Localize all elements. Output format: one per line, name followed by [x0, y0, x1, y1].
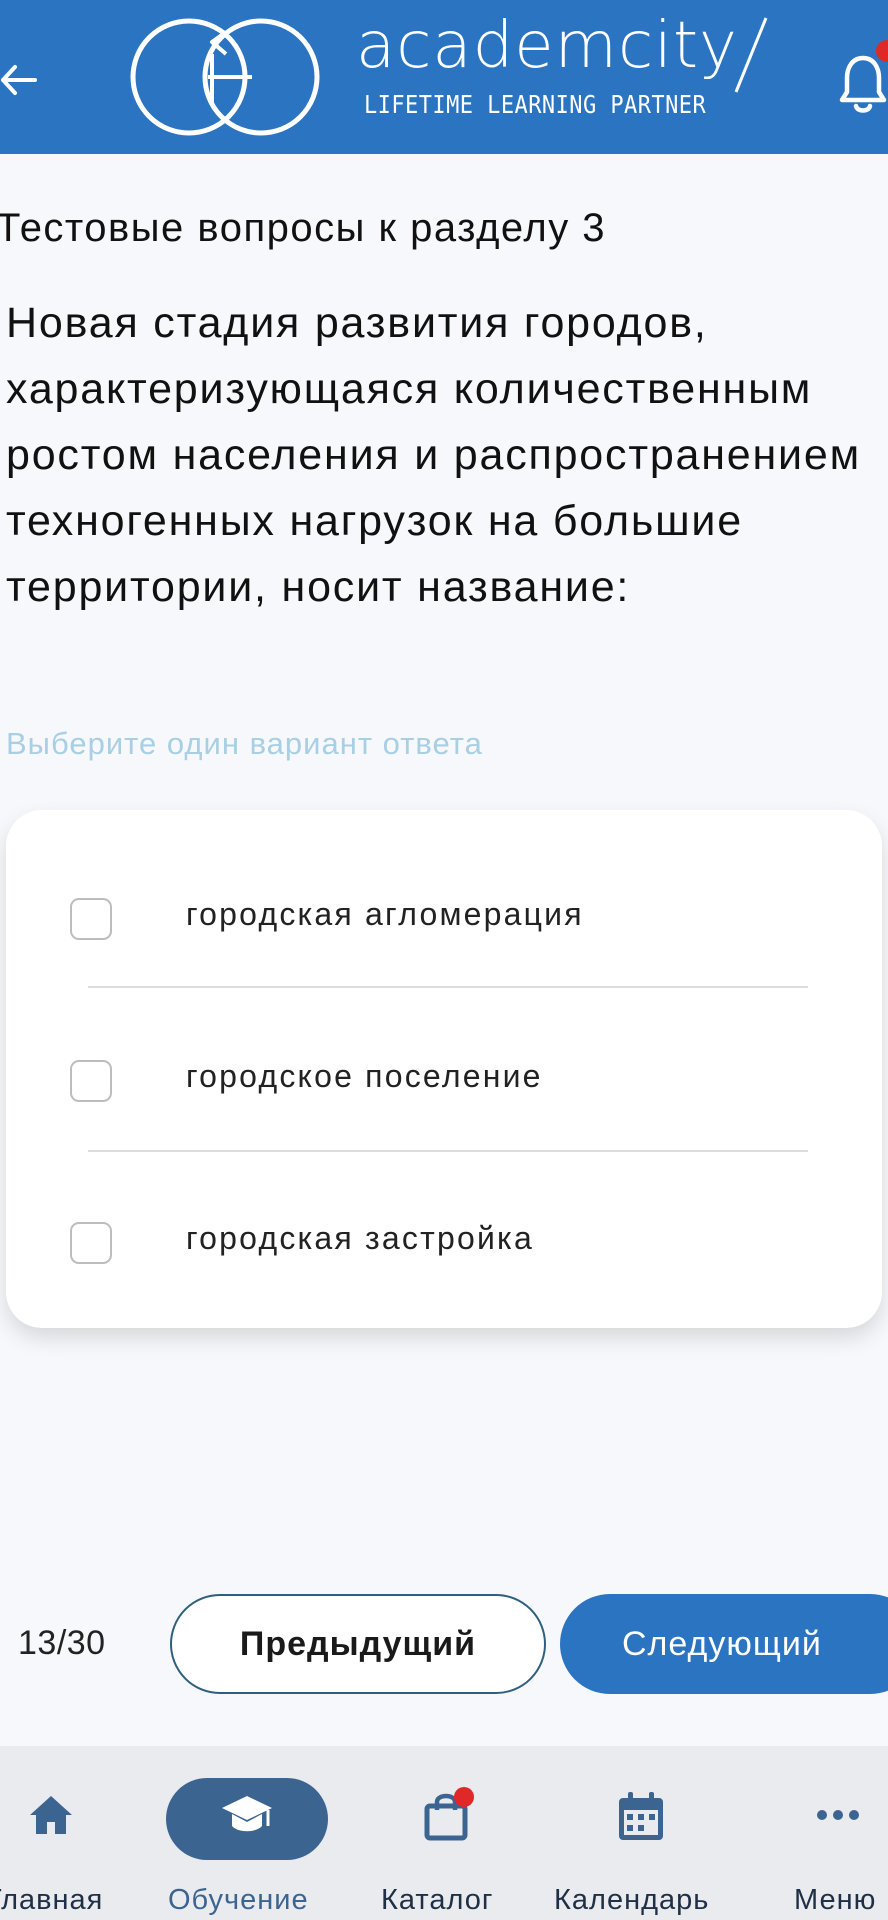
brand-tagline: LIFETIME LEARNING PARTNER: [364, 90, 707, 119]
option-divider: [88, 986, 808, 988]
tab-learning[interactable]: Обучение: [150, 1746, 340, 1920]
next-button[interactable]: Следующий: [560, 1594, 888, 1694]
graduation-cap-icon: [222, 1796, 272, 1832]
answer-option[interactable]: городская агломерация: [6, 860, 882, 980]
app-header: academcity LIFETIME LEARNING PARTNER: [0, 0, 888, 154]
arrow-left-icon: [1, 65, 37, 95]
tab-label: Календарь: [554, 1884, 710, 1916]
answer-option[interactable]: городское поселение: [6, 1022, 882, 1142]
tab-catalog[interactable]: Каталог: [370, 1746, 520, 1920]
option-divider: [88, 1150, 808, 1152]
tab-menu[interactable]: Меню: [770, 1746, 888, 1920]
more-dots-icon: [817, 1810, 859, 1820]
brand-name: academcity: [356, 9, 738, 83]
tab-home[interactable]: Главная: [0, 1746, 120, 1920]
option-label: городская застройка: [186, 1220, 534, 1256]
tab-calendar[interactable]: Календарь: [548, 1746, 738, 1920]
bottom-tab-bar: Главная Обучение Каталог Календарь: [0, 1746, 888, 1920]
option-label: городское поселение: [186, 1058, 543, 1094]
section-title: Тестовые вопросы к разделу 3: [0, 206, 607, 250]
home-icon: [30, 1796, 72, 1834]
option-checkbox[interactable]: [70, 898, 112, 940]
answer-hint: Выберите один вариант ответа: [6, 726, 483, 761]
logo-slash-icon: [734, 17, 768, 93]
tab-label: Каталог: [381, 1884, 494, 1916]
option-checkbox[interactable]: [70, 1060, 112, 1102]
options-card: городская агломерация городское поселени…: [6, 810, 882, 1328]
question-counter: 13/30: [18, 1624, 106, 1662]
option-label: городская агломерация: [186, 896, 584, 932]
answer-option[interactable]: городская застройка: [6, 1184, 882, 1304]
option-checkbox[interactable]: [70, 1222, 112, 1264]
tab-label: Обучение: [168, 1884, 309, 1916]
catalog-badge: [454, 1787, 474, 1807]
tab-label: Главная: [0, 1884, 104, 1916]
question-text: Новая стадия развития городов, характери…: [6, 299, 861, 611]
calendar-icon: [619, 1792, 663, 1840]
previous-button[interactable]: Предыдущий: [170, 1594, 546, 1694]
tab-label: Меню: [794, 1884, 877, 1916]
academcity-logo-icon: [130, 18, 320, 136]
back-button[interactable]: [0, 50, 44, 110]
